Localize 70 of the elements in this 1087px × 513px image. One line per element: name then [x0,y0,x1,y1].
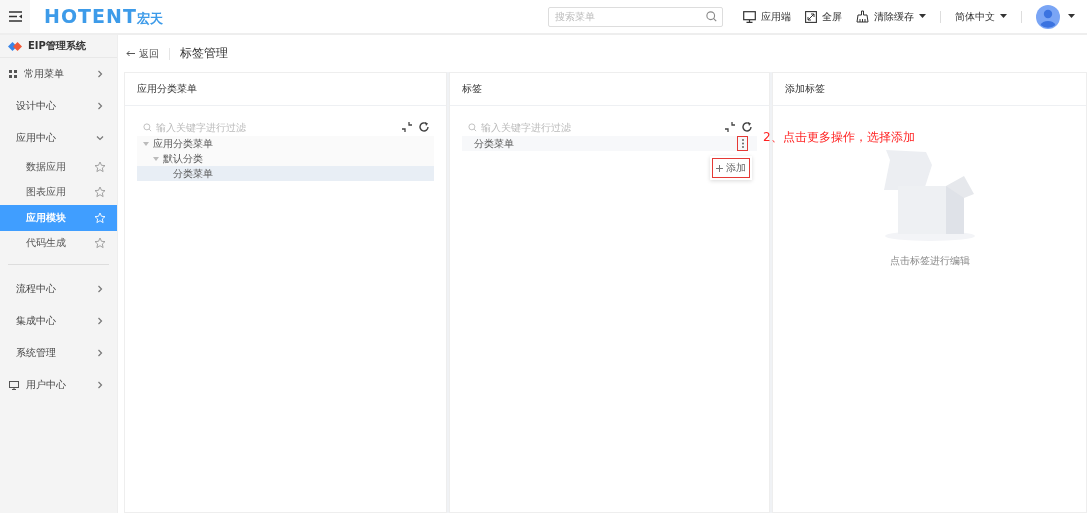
avatar-icon[interactable] [1036,4,1060,29]
chevron-down-icon [95,133,105,143]
refresh-icon[interactable] [741,121,753,133]
chevron-right-icon [95,316,105,326]
panel-title: 标签 [450,73,769,106]
sidebar-item-label: 系统管理 [15,346,57,360]
sidebar-item[interactable]: 流程中心 [0,273,117,305]
star-icon[interactable] [94,186,106,199]
monitor-icon [9,380,19,390]
language-dropdown[interactable]: 简体中文 [955,9,1007,24]
collapse-icon[interactable] [401,121,413,133]
sidebar-item-label: 流程中心 [15,282,57,296]
toolbar-button[interactable]: 全屏 [805,9,842,24]
star-icon[interactable] [94,160,106,173]
tag-row-label: 分类菜单 [474,136,515,151]
sidebar-item[interactable]: 常用菜单 [0,58,117,90]
panel-title: 应用分类菜单 [125,73,446,106]
back-arrow-icon [126,50,135,57]
fullscreen-icon [805,10,817,23]
sidebar-item-label: 集成中心 [15,314,57,328]
search-icon [706,10,717,22]
sidebar-item[interactable]: 集成中心 [0,305,117,337]
tree-node-label: 分类菜单 [173,166,213,181]
menu-icon [8,11,22,22]
logo: HOTENT宏天 [44,5,163,28]
sidebar-item-label: 设计中心 [15,99,57,113]
diamond-logo-icon [8,41,22,51]
plus-icon [716,164,723,172]
refresh-icon[interactable] [418,121,430,133]
panel-title: 添加标签 [773,73,1086,106]
sidebar-item-label: 应用中心 [15,131,57,145]
sidebar-item[interactable]: 用户中心 [0,369,117,401]
tree-node-label: 应用分类菜单 [153,136,213,151]
monitor-icon [743,10,756,23]
sidebar-subitem[interactable]: 数据应用 [0,154,117,180]
tree-node[interactable]: 应用分类菜单 [137,136,434,151]
search-icon [143,122,152,132]
chevron-right-icon [95,380,105,390]
more-icon [741,139,744,148]
star-icon[interactable] [94,237,106,250]
chevron-right-icon [95,101,105,111]
search-icon [468,122,477,132]
back-link[interactable]: 返回 [126,46,159,61]
sidebar-item-label: 用户中心 [26,378,67,392]
page-title: 标签管理 [180,45,228,62]
sidebar-subitem[interactable]: 图表应用 [0,179,117,205]
more-button[interactable] [737,136,748,151]
toolbar-button[interactable]: 清除缓存 [856,9,926,24]
chevron-right-icon [95,284,105,294]
tree-node[interactable]: 分类菜单 [137,166,434,181]
grid-icon [9,70,17,78]
sidebar-item[interactable]: 应用中心 [0,122,117,154]
tree-node-label: 默认分类 [163,151,203,166]
broom-icon [856,10,869,23]
add-menu-item[interactable]: 添加 [712,158,750,178]
collapse-icon[interactable] [724,121,736,133]
annotation-text: 2、点击更多操作，选择添加 [763,129,915,146]
tree-node[interactable]: 默认分类 [137,151,434,166]
menu-button[interactable] [0,0,30,33]
sidebar-item-label: 常用菜单 [24,67,65,81]
caret-down-icon [1000,14,1007,19]
chevron-right-icon [95,348,105,358]
caret-down-icon[interactable] [1068,14,1075,19]
empty-hint: 点击标签进行编辑 [889,254,970,268]
chevron-right-icon [95,69,105,79]
toolbar-button[interactable]: 应用端 [743,9,791,24]
sidebar-item[interactable]: 系统管理 [0,337,117,369]
caret-down-icon [919,14,926,19]
sidebar-item[interactable]: 设计中心 [0,90,117,122]
sidebar-subitem[interactable]: 代码生成 [0,230,117,256]
